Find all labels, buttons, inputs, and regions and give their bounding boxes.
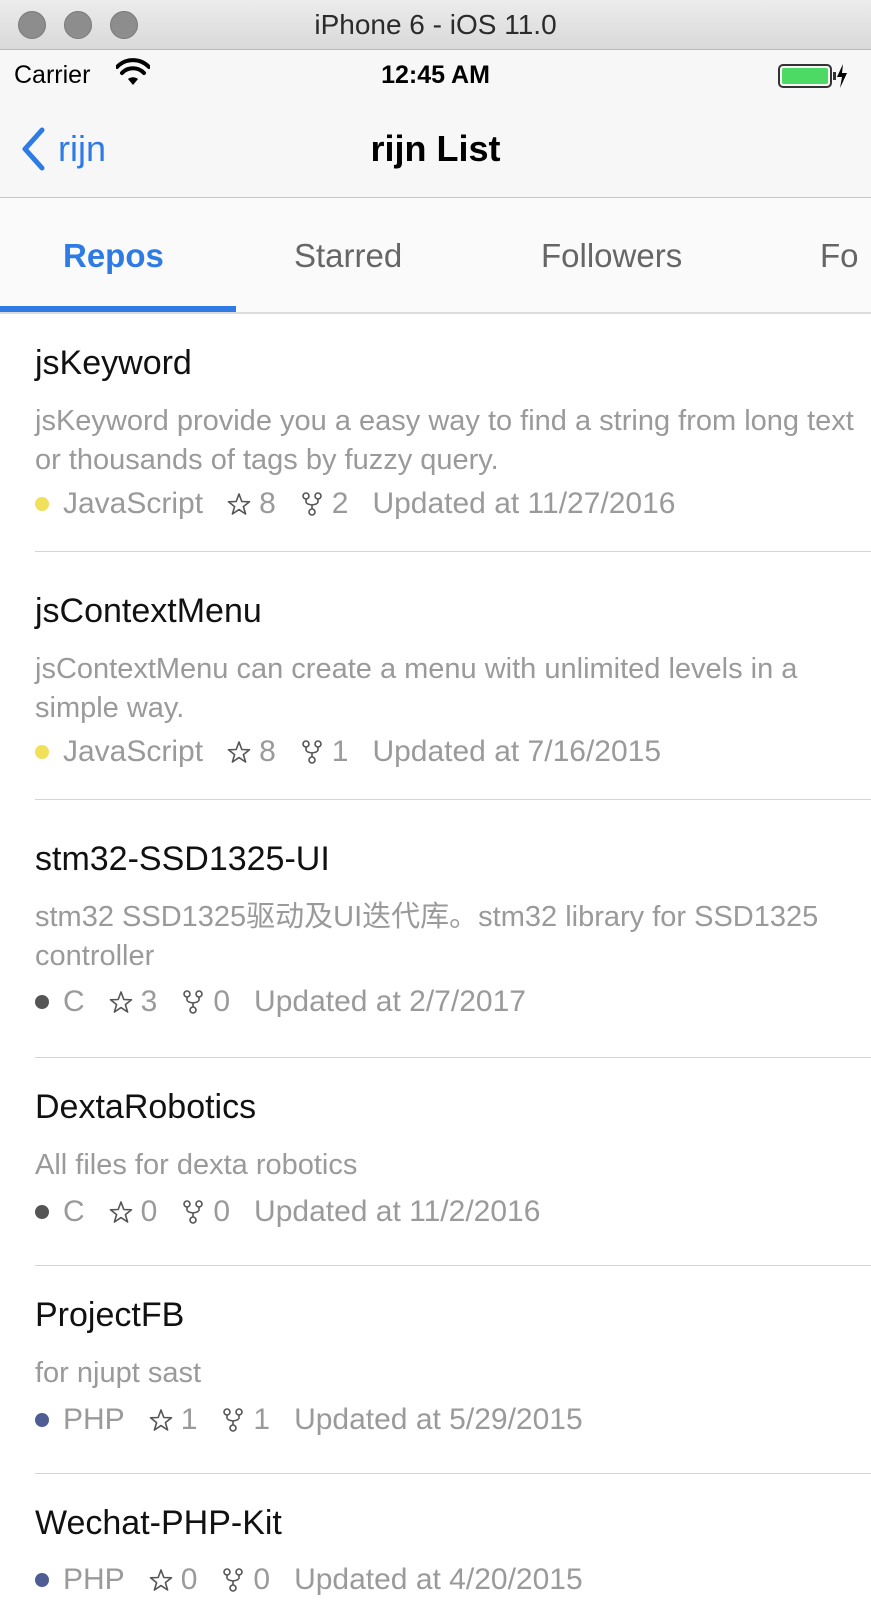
fork-icon [183,1200,204,1224]
status-bar: Carrier 12:45 AM [0,50,871,100]
tab-followers[interactable]: Followers [541,198,682,312]
repo-description: for njupt sast [35,1357,202,1389]
repo-language: C [63,985,85,1018]
fork-icon [223,1568,244,1592]
page-title: rijn List [370,128,501,169]
star-icon [109,1201,132,1223]
repo-description: jsContextMenu can create a menu with unl… [35,653,798,724]
repo-language: PHP [63,1403,125,1436]
repo-forks: 2 [331,487,349,520]
tab-repos[interactable]: Repos [63,198,164,312]
repo-forks: 1 [253,1403,271,1436]
language-color-dot [35,1573,49,1587]
star-icon [109,991,132,1013]
repo-stars: 0 [180,1563,198,1596]
repo-language: C [63,1195,85,1228]
repo-updated: Updated at 5/29/2015 [294,1403,583,1436]
fork-icon [301,740,322,764]
language-color-dot [35,497,49,511]
status-time: 12:45 AM [381,61,490,89]
repo-stars: 8 [259,487,276,520]
star-icon [227,493,251,515]
repo-description: stm32 SSD1325驱动及UI迭代库。stm32 library for … [35,901,819,972]
repo-name: ProjectFB [35,1296,185,1334]
repo-updated: Updated at 2/7/2017 [254,985,526,1018]
list-item[interactable]: jsKeyword jsKeyword provide you a easy w… [35,314,871,552]
repo-updated: Updated at 4/20/2015 [294,1563,583,1596]
repo-stars: 8 [259,735,276,768]
repo-updated: Updated at 11/27/2016 [372,487,676,520]
repo-forks: 0 [213,985,231,1018]
window-title: iPhone 6 - iOS 11.0 [314,9,557,40]
repo-meta: PHP 0 0 Updated at 4/20/2015 [35,1560,583,1600]
repo-description: jsKeyword provide you a easy way to find… [35,405,854,476]
list-item[interactable]: ProjectFB for njupt sast PHP 1 1 Updated… [35,1266,871,1474]
simulator-title-bar: iPhone 6 - iOS 11.0 [0,0,871,50]
repo-meta: PHP 1 1 Updated at 5/29/2015 [35,1400,583,1440]
repo-name: jsKeyword [35,344,192,382]
repo-meta: C 3 0 Updated at 2/7/2017 [35,982,526,1022]
repo-forks: 0 [213,1195,231,1228]
repo-description: All files for dexta robotics [35,1149,358,1181]
tab-bar: Repos Starred Followers Fo [0,198,871,314]
star-icon [227,741,251,763]
repo-updated: Updated at 11/2/2016 [254,1195,541,1228]
list-item[interactable]: jsContextMenu jsContextMenu can create a… [35,562,871,800]
repo-meta: JavaScript 8 1 Updated at 7/16/2015 [35,732,661,772]
star-icon [149,1569,172,1591]
repo-name: DextaRobotics [35,1088,257,1126]
fork-icon [183,990,204,1014]
language-color-dot [35,1413,49,1427]
repo-name: stm32-SSD1325-UI [35,840,330,878]
repo-meta: JavaScript 8 2 Updated at 11/27/2016 [35,484,675,524]
list-item[interactable]: Wechat-PHP-Kit PHP 0 0 Updated at 4/20/2… [35,1474,871,1600]
star-icon [149,1409,172,1431]
language-color-dot [35,995,49,1009]
repo-updated: Updated at 7/16/2015 [372,735,662,768]
language-color-dot [35,1205,49,1219]
fork-icon [223,1408,244,1432]
active-tab-indicator [0,306,236,312]
repo-language: JavaScript [63,487,204,520]
repo-language: PHP [63,1563,125,1596]
tab-following[interactable]: Fo [820,198,859,312]
tab-starred[interactable]: Starred [294,198,402,312]
repo-name: jsContextMenu [35,592,262,630]
repo-forks: 0 [253,1563,271,1596]
battery-charging-icon [778,64,847,88]
repo-stars: 3 [140,985,158,1018]
navigation-bar: rijn rijn List [0,100,871,198]
repo-stars: 1 [180,1403,198,1436]
repo-stars: 0 [140,1195,158,1228]
repo-meta: C 0 0 Updated at 11/2/2016 [35,1192,540,1232]
repo-name: Wechat-PHP-Kit [35,1504,282,1542]
repo-language: JavaScript [63,735,204,768]
list-item[interactable]: stm32-SSD1325-UI stm32 SSD1325驱动及UI迭代库。s… [35,810,871,1058]
language-color-dot [35,745,49,759]
list-item[interactable]: DextaRobotics All files for dexta roboti… [35,1058,871,1266]
fork-icon [301,492,322,516]
repo-forks: 1 [331,735,349,768]
